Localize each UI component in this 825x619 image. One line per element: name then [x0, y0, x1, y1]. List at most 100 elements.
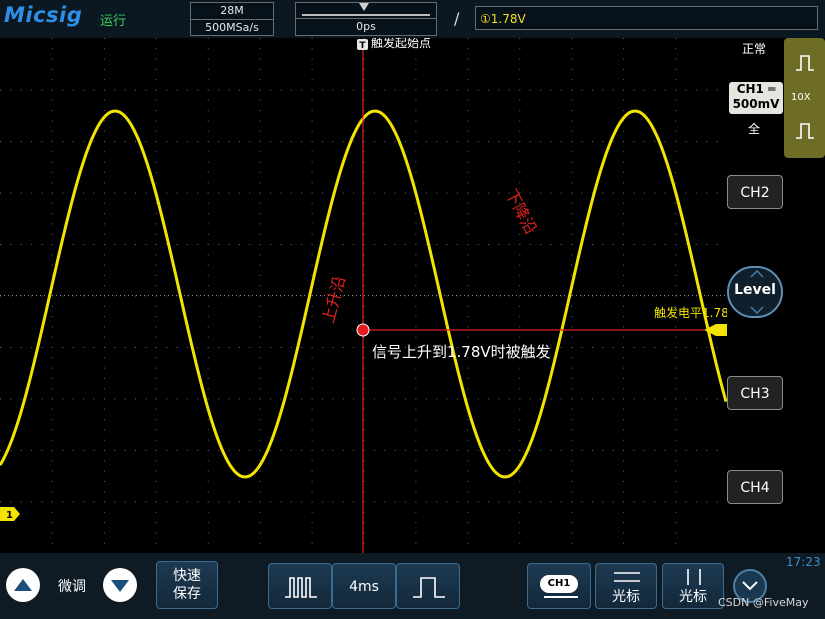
grid-dot	[384, 141, 386, 142]
grid-dot	[155, 213, 157, 215]
grid-dot	[571, 202, 573, 204]
grid-dot	[20, 89, 22, 91]
grid-dot	[186, 244, 188, 245]
memory-depth: 28M	[220, 4, 244, 17]
falling-pulse-icon[interactable]	[795, 122, 815, 140]
grid-dot	[207, 48, 209, 50]
grid-dot	[207, 460, 209, 462]
grid-dot	[342, 89, 344, 91]
grid-dot	[259, 38, 261, 39]
grid-dot	[519, 491, 521, 493]
grid-dot	[560, 450, 562, 451]
level-knob-button[interactable]: Level	[727, 266, 783, 318]
grid-dot	[560, 347, 562, 348]
fine-down-button[interactable]	[103, 568, 137, 602]
grid-dot	[259, 419, 261, 421]
ch3-button[interactable]: CH3	[727, 376, 783, 410]
grid-dot	[394, 89, 396, 91]
grid-dot	[155, 254, 157, 256]
trigger-level-handle[interactable]	[716, 324, 727, 336]
grid-dot	[155, 429, 157, 431]
horizontal-cursor-icon	[614, 572, 640, 582]
grid-dot	[353, 295, 355, 297]
grid-dot	[716, 141, 718, 142]
grid-dot	[207, 99, 209, 101]
grid-dot	[311, 408, 313, 410]
grid-dot	[571, 213, 573, 215]
grid-dot	[103, 542, 105, 544]
grid-dot	[654, 347, 656, 348]
quick-save-button[interactable]: 快速 保存	[156, 561, 218, 609]
grid-dot	[384, 398, 386, 400]
grid-dot	[186, 347, 188, 348]
grid-dot	[259, 48, 261, 50]
grid-dot	[363, 367, 365, 369]
grid-dot	[425, 501, 427, 503]
grid-dot	[394, 244, 396, 245]
grid-dot	[571, 171, 573, 173]
ch1-scale-button[interactable]: CH1 ═ 500mV	[729, 82, 783, 114]
grid-dot	[197, 295, 199, 297]
grid-dot	[675, 68, 677, 70]
grid-dot	[103, 429, 105, 431]
grid-dot	[446, 295, 448, 297]
grid-dot	[529, 295, 531, 297]
grid-dot	[508, 295, 510, 297]
ch1-ground-marker-label: 1	[6, 510, 13, 521]
grid-dot	[166, 192, 168, 194]
grid-dot	[415, 429, 417, 431]
grid-dot	[623, 367, 625, 369]
waveform-display[interactable]: T 触发起始点 上升沿 下降沿 信号上升到1.78V时被触发 触发电平1.78V…	[0, 35, 738, 553]
grid-dot	[311, 347, 313, 348]
grid-dot	[259, 79, 261, 81]
timebase-increase-button[interactable]	[396, 563, 460, 609]
grid-dot	[363, 264, 365, 266]
trigger-mode-label[interactable]: 正常	[742, 40, 766, 57]
grid-dot	[571, 58, 573, 60]
grid-dot	[415, 274, 417, 276]
ch4-button[interactable]: CH4	[727, 470, 783, 504]
fine-up-button[interactable]	[6, 568, 40, 602]
grid-dot	[259, 58, 261, 60]
channel-select-button[interactable]: CH1	[527, 563, 591, 609]
grid-dot	[592, 244, 593, 245]
trigger-level-readout[interactable]: ①1.78V	[475, 6, 818, 30]
grid-dot	[363, 408, 365, 410]
grid-dot	[31, 244, 33, 245]
ch2-button[interactable]: CH2	[727, 175, 783, 209]
grid-dot	[425, 450, 427, 451]
grid-dot	[311, 450, 313, 451]
grid-dot	[363, 285, 365, 287]
grid-dot	[477, 89, 479, 91]
rising-pulse-icon[interactable]	[795, 54, 815, 72]
run-state-indicator[interactable]: 运行	[100, 10, 126, 29]
grid-dot	[83, 501, 85, 503]
horizontal-position-box[interactable]: 0ps	[295, 2, 437, 36]
grid-dot	[477, 295, 479, 297]
grid-dot	[675, 501, 677, 503]
timebase-value[interactable]: 4ms	[332, 563, 396, 609]
grid-dot	[363, 439, 365, 441]
rising-edge-icon[interactable]: /	[454, 9, 459, 28]
grid-dot	[675, 151, 677, 153]
grid-dot	[571, 254, 573, 256]
acquisition-info-box[interactable]: 28M 500MSa/s	[190, 2, 274, 36]
horizontal-cursor-button[interactable]: 光标	[595, 563, 657, 609]
grid-dot	[675, 326, 677, 328]
grid-dot	[581, 141, 583, 142]
grid-dot	[207, 151, 209, 153]
vertical-cursor-button[interactable]: 光标	[662, 563, 724, 609]
timebase-decrease-button[interactable]	[268, 563, 332, 609]
grid-dot	[93, 89, 95, 91]
grid-dot	[363, 79, 365, 81]
grid-dot	[51, 542, 53, 544]
grid-dot	[311, 511, 313, 513]
grid-dot	[259, 192, 261, 194]
grid-dot	[623, 429, 625, 431]
ch1-probe-ratio[interactable]: 10X	[791, 92, 811, 103]
grid-dot	[280, 192, 282, 194]
grid-dot	[10, 295, 12, 297]
grid-dot	[467, 326, 469, 328]
grid-dot	[571, 367, 573, 369]
grid-dot	[155, 130, 157, 132]
